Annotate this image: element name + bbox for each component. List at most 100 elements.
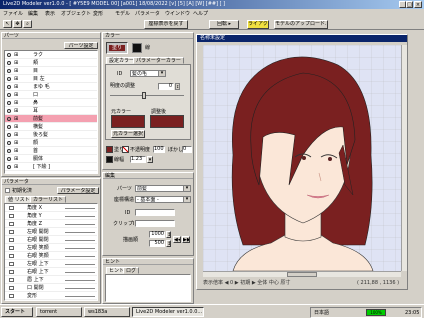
tab-color-list[interactable]: カラーリスト [30,196,67,203]
parameter-row[interactable]: 眉 上下 [5,276,97,284]
tab-parameter-color[interactable]: パラメーターカラー [133,57,184,64]
parameter-lock-icon[interactable] [9,294,14,298]
color-id-select[interactable]: 髪の毛 [130,70,166,77]
part-row[interactable]: ⊞ 前髪 [5,115,97,123]
menu-deform[interactable]: 変形 [93,11,103,17]
expand-toggle-icon[interactable]: ⊞ [14,147,18,155]
expand-toggle-icon[interactable]: ⊞ [14,155,18,163]
parameter-slider[interactable] [65,216,95,217]
brightness-slider-track[interactable] [110,95,184,96]
part-row[interactable]: ⊞ 鼻 [5,99,97,107]
light-act-button[interactable]: ライアクト [247,20,269,29]
draw-order-input-1[interactable]: 1000 [149,231,165,238]
parameter-lock-icon[interactable] [9,286,14,290]
expand-toggle-icon[interactable]: ⊞ [14,91,18,99]
close-button[interactable]: × [414,1,422,8]
menu-model[interactable]: モデル [115,11,130,17]
expand-toggle-icon[interactable]: ⊞ [14,51,18,59]
tab-value-list[interactable]: 値 リスト [5,196,33,203]
visibility-eye-icon[interactable] [7,61,11,65]
parameter-row[interactable]: 変形 [5,292,97,300]
visibility-eye-icon[interactable] [7,133,11,137]
coordinate-select[interactable]: - 基本面 - [135,196,191,203]
visibility-eye-icon[interactable] [7,109,11,113]
line-width-input[interactable]: 1.23 [130,156,146,163]
parameter-lock-icon[interactable] [9,278,14,282]
visibility-eye-icon[interactable] [7,101,11,105]
taskbar-item-live2d[interactable]: Live2D Modeler ver1.0.0... [132,307,204,317]
brightness-input[interactable]: 0 [158,83,174,90]
rotate-button[interactable]: 回転 ▸ [209,20,239,29]
menu-file[interactable]: ファイル [3,11,23,17]
taskbar-item-ws183a[interactable]: ws183a [84,307,130,317]
visibility-eye-icon[interactable] [7,77,11,81]
menu-window[interactable]: ウインドウ [165,11,190,17]
brightness-slider-handle[interactable] [142,92,146,99]
part-row[interactable]: ⊞ ラク [5,51,97,59]
parameter-row[interactable]: 口 開閉 [5,284,97,292]
expand-toggle-icon[interactable]: ⊞ [14,115,18,123]
parameter-settings-button[interactable]: パラメータ設定 [57,187,99,194]
parameter-slider[interactable] [65,288,95,289]
part-row[interactable]: ⊞ 首 [5,147,97,155]
line-width-dropdown[interactable]: ▾ [147,156,153,163]
expand-toggle-icon[interactable]: ⊞ [14,59,18,67]
parameter-row[interactable]: 左眼 笑顔 [5,244,97,252]
parameter-lock-icon[interactable] [9,254,14,258]
transparency-input[interactable]: 100 [153,146,165,153]
menu-parameter[interactable]: パラメータ [135,11,160,17]
initialized-checkbox[interactable] [5,188,10,193]
edit-part-select[interactable]: 前髪 [135,185,191,192]
visibility-eye-icon[interactable] [7,85,11,89]
canvas-vertical-scrollbar[interactable] [401,45,407,271]
parameter-slider[interactable] [65,240,95,241]
parameter-lock-icon[interactable] [9,230,14,234]
part-row[interactable]: ⊞ 口 [5,91,97,99]
menu-object[interactable]: オブジェクト [61,11,91,17]
parameter-lock-icon[interactable] [9,246,14,250]
parameter-slider[interactable] [65,224,95,225]
draw-order-back-button[interactable]: ◀◀ [173,236,181,243]
start-button[interactable]: スタート [1,307,33,317]
fill-mini-swatch[interactable] [106,146,113,153]
expand-toggle-icon[interactable]: ⊞ [14,83,18,91]
parameter-row[interactable]: 左眼 開閉 [5,228,97,236]
parameter-row[interactable]: 左眼 上下 [5,260,97,268]
menu-help[interactable]: ヘルプ [193,11,208,17]
edit-id-input[interactable] [135,209,175,216]
visibility-eye-icon[interactable] [7,157,11,161]
expand-toggle-icon[interactable]: ⊞ [14,75,18,83]
parameter-slider[interactable] [65,264,95,265]
draw-order-stepper-2[interactable]: ↕ [166,240,171,247]
part-row[interactable]: ⊞ 目 左 [5,75,97,83]
visibility-eye-icon[interactable] [7,117,11,121]
visibility-eye-icon[interactable] [7,53,11,57]
parameter-lock-icon[interactable] [9,214,14,218]
visibility-eye-icon[interactable] [7,125,11,129]
parameter-lock-icon[interactable] [9,206,14,210]
parameter-lock-icon[interactable] [9,222,14,226]
select-original-color-button[interactable]: 元カラー選択 [111,130,145,138]
brightness-stepper[interactable]: ↕ [175,83,180,90]
parameter-slider[interactable] [65,232,95,233]
part-row[interactable]: ⊞ [ 下絵 ] [5,163,97,171]
part-row[interactable]: ⊞ まゆ 毛 [5,83,97,91]
expand-toggle-icon[interactable]: ⊞ [14,99,18,107]
line-mini-swatch[interactable] [106,156,113,163]
taskbar-item-torrent[interactable]: torrent [36,307,82,317]
expand-toggle-icon[interactable]: ⊞ [14,67,18,75]
canvas-scroll-thumb[interactable] [287,272,317,277]
minimize-button[interactable]: _ [399,1,406,8]
part-row[interactable]: ⊞ 耳 [5,107,97,115]
part-row[interactable]: ⊞ 胴体 [5,155,97,163]
expand-toggle-icon[interactable]: ⊞ [14,107,18,115]
visibility-eye-icon[interactable] [7,93,11,97]
parameter-row[interactable]: 角度 Y [5,212,97,220]
upload-model-button[interactable]: モデルのアップロード... [274,20,328,29]
tool-move-button[interactable]: ✥ [13,20,22,28]
canvas-view[interactable] [203,45,401,271]
expand-toggle-icon[interactable]: ⊞ [14,131,18,139]
expand-toggle-icon[interactable]: ⊞ [14,123,18,131]
expand-toggle-icon[interactable]: ⊞ [14,139,18,147]
part-row[interactable]: ⊞ 頬 [5,59,97,67]
